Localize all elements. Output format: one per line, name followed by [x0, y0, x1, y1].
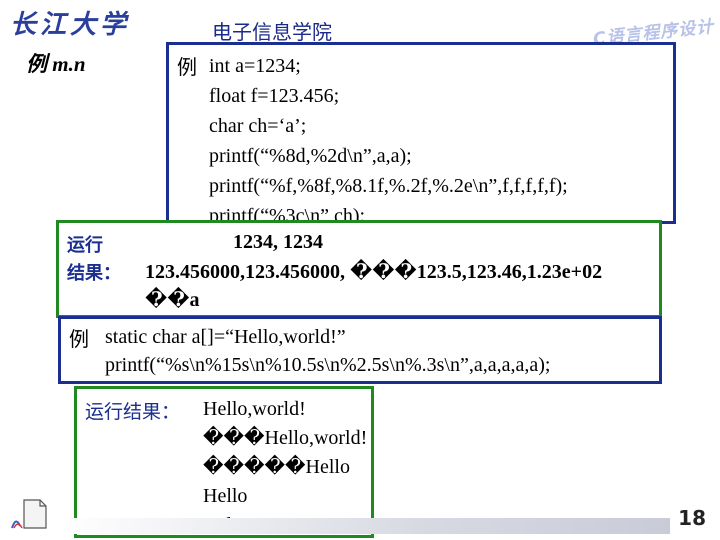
result-box-2: 运行结果： Hello,world! ���Hello,world! �����…: [74, 386, 374, 538]
example-prefix: 例: [69, 329, 89, 351]
page-number: 18: [678, 506, 706, 530]
code-line: printf(“%f,%8f,%8.1f,%.2f,%.2e\n”,f,f,f,…: [209, 175, 568, 197]
document-icon: [11, 499, 47, 529]
example-label: 例 m.n: [26, 52, 86, 76]
department-title: 电子信息学院: [212, 20, 332, 44]
code-line: float f=123.456;: [209, 85, 340, 107]
code-line: static char a[]=“Hello,world!”: [105, 326, 346, 348]
code-lines: int a=1234; float f=123.456; char ch=‘a’…: [209, 51, 568, 231]
example-prefix: 例: [177, 57, 197, 79]
result-line: ���Hello,world!: [203, 427, 368, 449]
code-line: printf(“%s\n%15s\n%10.5s\n%2.5s\n%.3s\n”…: [105, 354, 551, 376]
code-line: char ch=‘a’;: [209, 115, 307, 137]
university-logo: 长江大学: [10, 10, 131, 40]
result-label-line2: 结果：: [67, 263, 121, 284]
result-label: 运行结果：: [85, 401, 181, 423]
result-label-line1: 运行: [67, 235, 103, 256]
result-line: Hello,world!: [203, 398, 306, 420]
code-line: printf(“%8d,%2d\n”,a,a);: [209, 145, 412, 167]
code-lines: static char a[]=“Hello,world!” printf(“%…: [105, 323, 550, 379]
code-example-box: 例 int a=1234; float f=123.456; char ch=‘…: [166, 42, 676, 227]
code-line: int a=1234;: [209, 55, 301, 77]
footer-bar: [60, 518, 670, 534]
result-line: 123.456000,123.456000, ���123.5,123.46,1…: [145, 261, 603, 283]
result-line: Hello: [203, 485, 248, 507]
result-line: ��a: [145, 289, 200, 311]
result-line: �����Hello: [203, 456, 350, 478]
code-example-box-2: 例 static char a[]=“Hello,world!” printf(…: [58, 316, 662, 384]
result-box: 运行 结果： 1234, 1234 123.456000,123.456000,…: [56, 220, 662, 318]
result-line: 1234, 1234: [233, 231, 323, 253]
